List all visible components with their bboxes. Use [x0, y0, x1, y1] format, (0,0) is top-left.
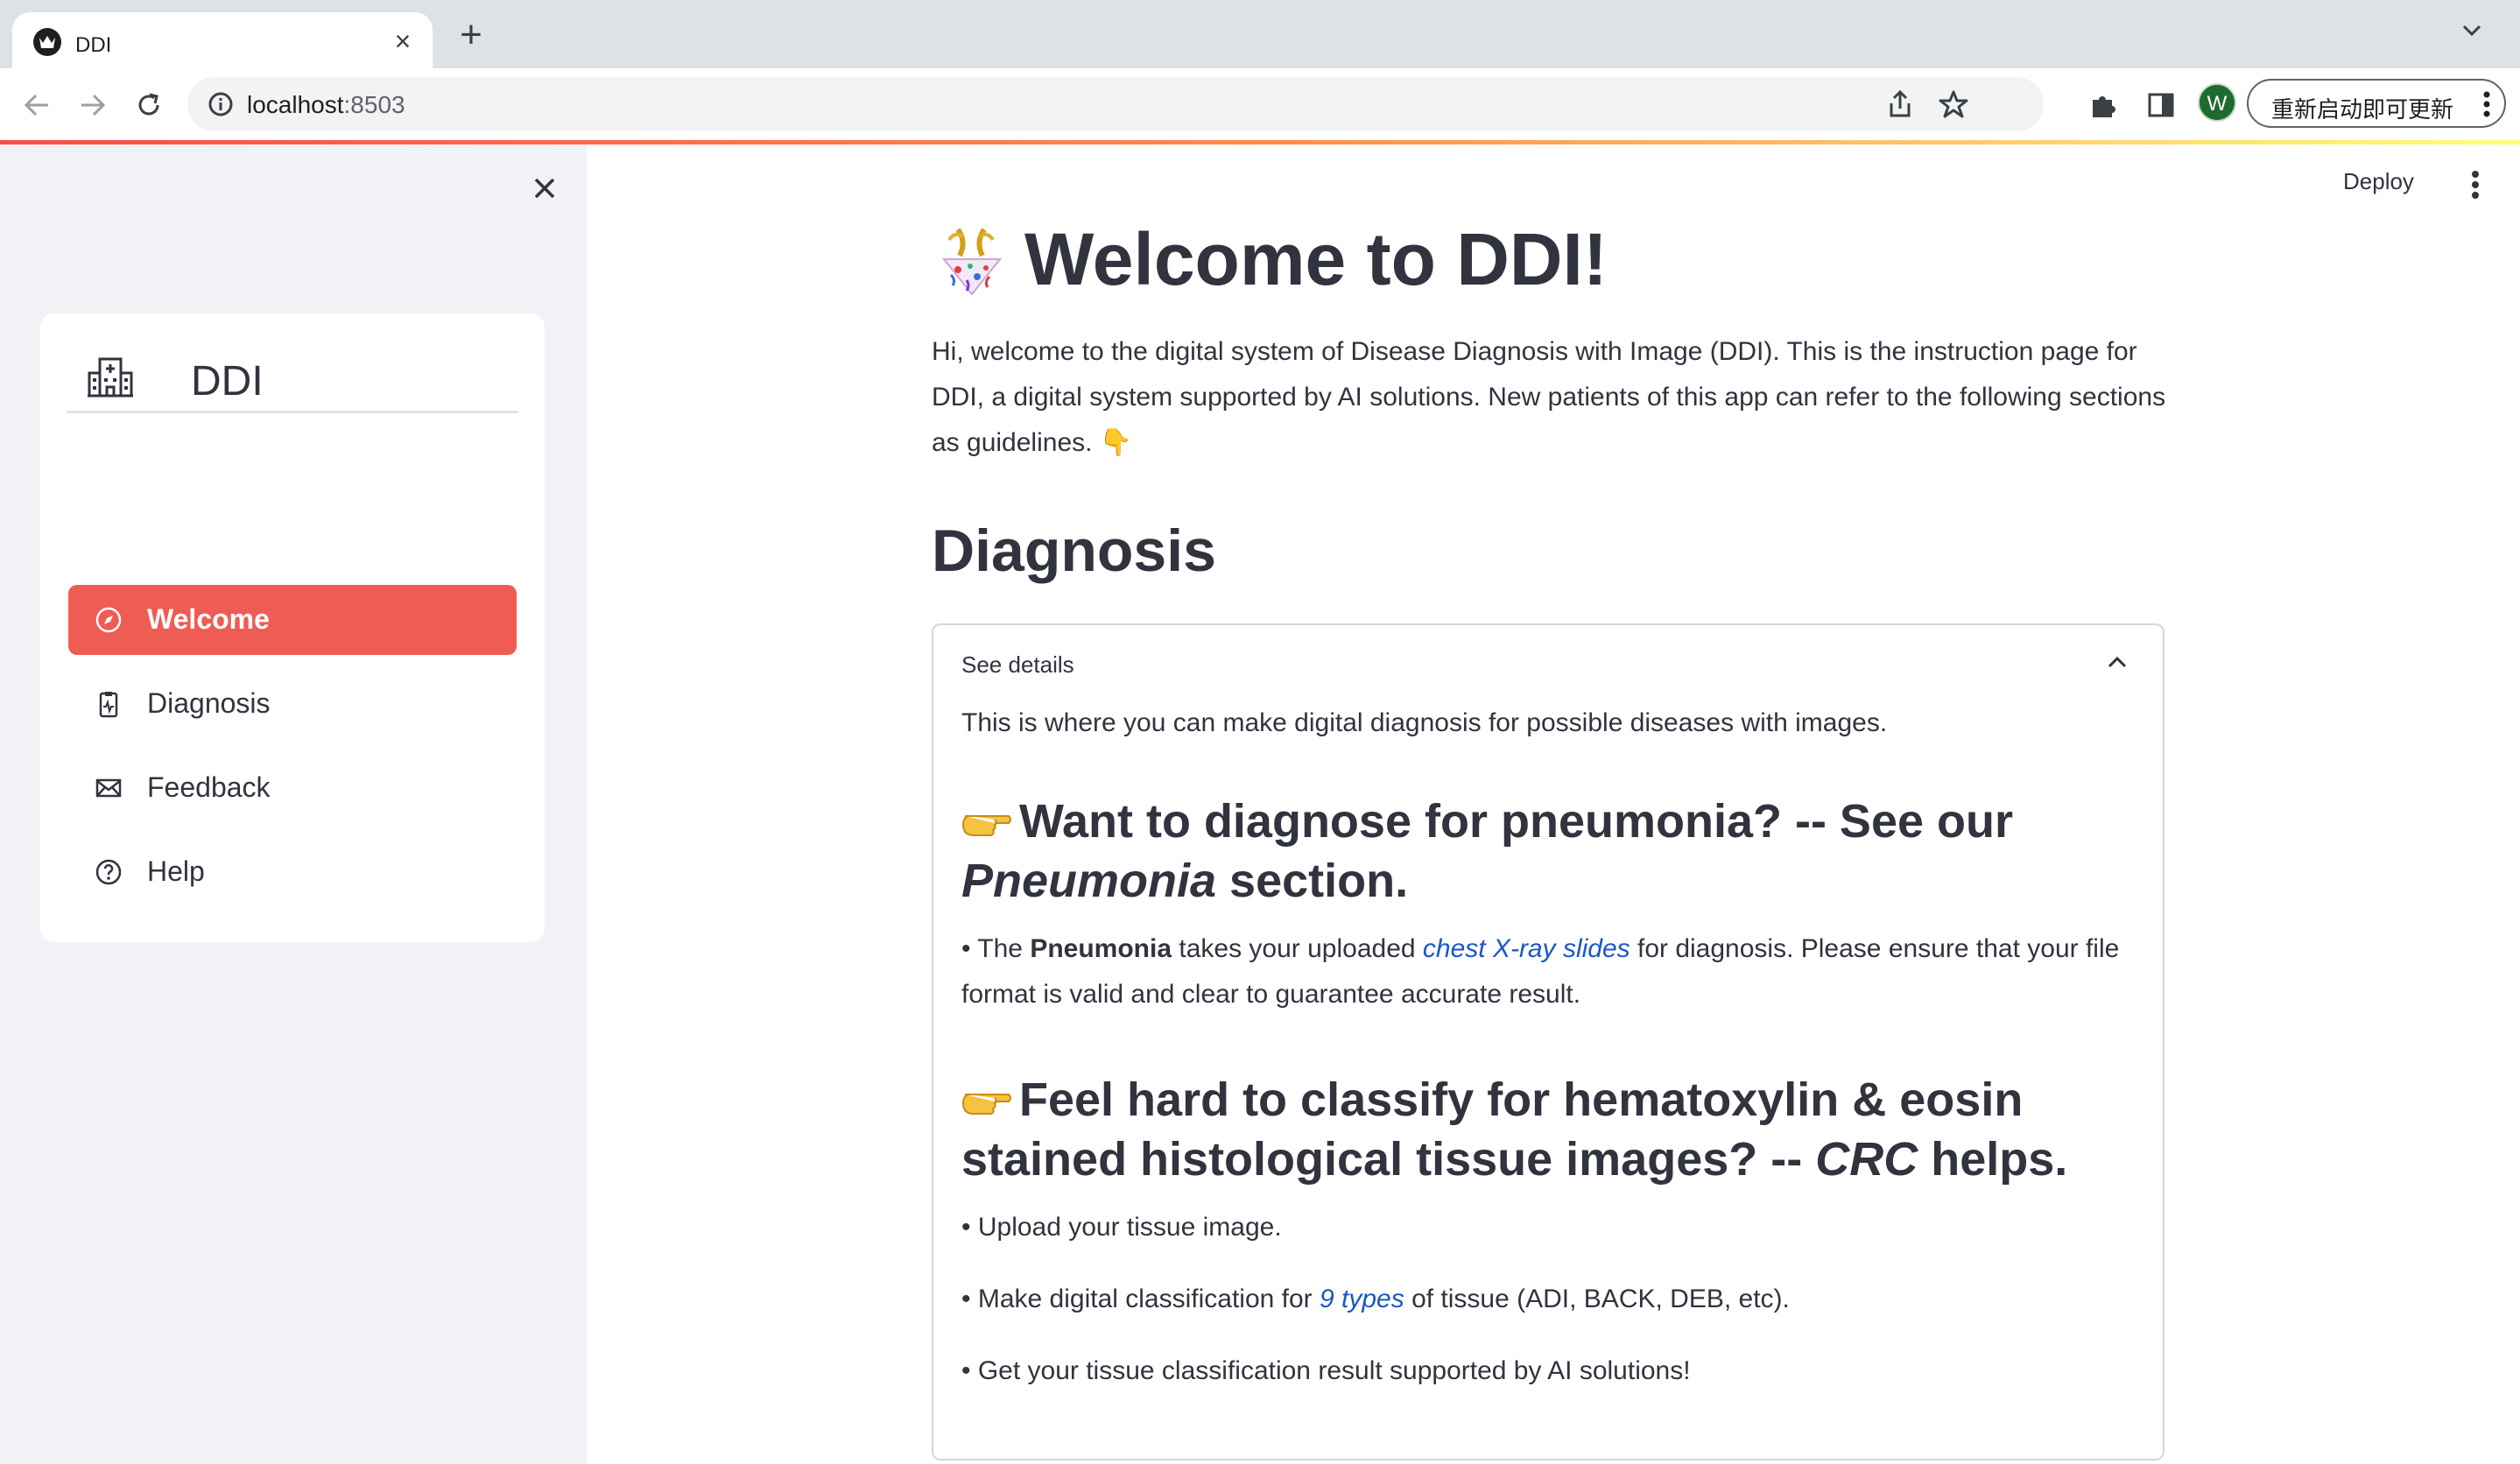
intro-paragraph: Hi, welcome to the digital system of Dis…	[932, 337, 2166, 457]
question-circle-icon	[95, 859, 122, 885]
tab-search-chevron-icon[interactable]	[2462, 25, 2481, 37]
side-panel-icon[interactable]	[2142, 86, 2180, 124]
chest-xray-link[interactable]: chest X-ray slides	[1423, 934, 1630, 963]
tab-close-icon[interactable]: ×	[389, 27, 417, 55]
profile-avatar[interactable]: W	[2198, 83, 2236, 122]
clipboard-pulse-icon	[99, 692, 118, 718]
pneumonia-heading: Want to diagnose for pneumonia? -- See o…	[961, 795, 2014, 907]
crc-bullet-upload: • Upload your tissue image.	[961, 1213, 1282, 1242]
extensions-puzzle-icon[interactable]	[2084, 86, 2122, 124]
back-arrow-icon[interactable]	[18, 86, 56, 124]
confetti-icon	[941, 228, 1003, 296]
tab-title: DDI	[75, 33, 112, 57]
update-button-label: 重新启动即可更新	[2271, 97, 2454, 123]
menu-header: DDI	[67, 340, 518, 413]
compass-icon	[95, 607, 122, 633]
menu-item-welcome[interactable]: Welcome	[68, 585, 517, 655]
see-details-expander: See details This is where you can make d…	[932, 623, 2165, 1460]
streamlit-crown-icon	[33, 28, 61, 56]
pointing-hand-icon	[961, 815, 1011, 836]
close-sidebar-icon[interactable]	[529, 172, 560, 204]
crc-bullet-classify: • Make digital classification for 9 type…	[961, 1285, 1790, 1313]
share-icon[interactable]	[1886, 89, 1914, 119]
reload-icon[interactable]	[130, 86, 168, 124]
menu-item-label: Help	[147, 855, 205, 887]
new-tab-icon[interactable]: +	[455, 16, 487, 54]
expander-summary[interactable]: See details	[961, 651, 1074, 679]
menu-item-label: Diagnosis	[147, 687, 271, 719]
chevron-up-icon[interactable]	[2107, 655, 2128, 669]
menu-item-feedback[interactable]: Feedback	[68, 753, 517, 823]
menu-item-diagnosis[interactable]: Diagnosis	[68, 669, 517, 739]
expander-body: This is where you can make digital diagn…	[961, 704, 2135, 1385]
browser-tab-strip: DDI × +	[0, 0, 2520, 70]
url-text: localhost:8503	[247, 91, 405, 118]
envelope-icon	[95, 778, 122, 798]
page-title: Welcome to DDI!	[1024, 218, 1608, 300]
crc-heading: Feel hard to classify for hematoxylin & …	[961, 1073, 2068, 1186]
bookmark-star-icon[interactable]	[1939, 89, 1968, 119]
menu-item-label: Feedback	[147, 771, 271, 803]
nine-types-link[interactable]: 9 types	[1320, 1285, 1404, 1313]
browser-toolbar: localhost:8503 W 重新启动即可更新	[0, 68, 2520, 142]
forward-arrow-icon[interactable]	[74, 86, 112, 124]
menu-item-help[interactable]: Help	[68, 837, 517, 907]
main-menu-icon[interactable]	[2471, 170, 2480, 200]
option-menu: DDI Welcome Diagnosis Feedback Help	[40, 313, 545, 942]
expander-lead-text: This is where you can make digital diagn…	[961, 708, 1888, 737]
more-vert-icon	[2483, 91, 2490, 117]
address-bar[interactable]: localhost:8503	[187, 77, 2044, 131]
crc-bullet-result: • Get your tissue classification result …	[961, 1356, 1691, 1385]
menu-brand-title: DDI	[191, 358, 264, 405]
deploy-button[interactable]: Deploy	[2343, 168, 2414, 195]
relaunch-update-button[interactable]: 重新启动即可更新	[2247, 79, 2506, 128]
sidebar: DDI Welcome Diagnosis Feedback Help	[0, 144, 587, 1464]
pointing-hand-icon	[961, 1094, 1011, 1115]
section-title-diagnosis: Diagnosis	[932, 517, 1216, 584]
browser-tab[interactable]: DDI ×	[12, 12, 433, 70]
site-info-icon[interactable]	[207, 90, 235, 118]
pneumonia-bullet: • The Pneumonia takes your uploaded ches…	[961, 934, 2120, 1009]
hospital-icon	[88, 357, 133, 398]
menu-item-label: Welcome	[147, 603, 270, 635]
